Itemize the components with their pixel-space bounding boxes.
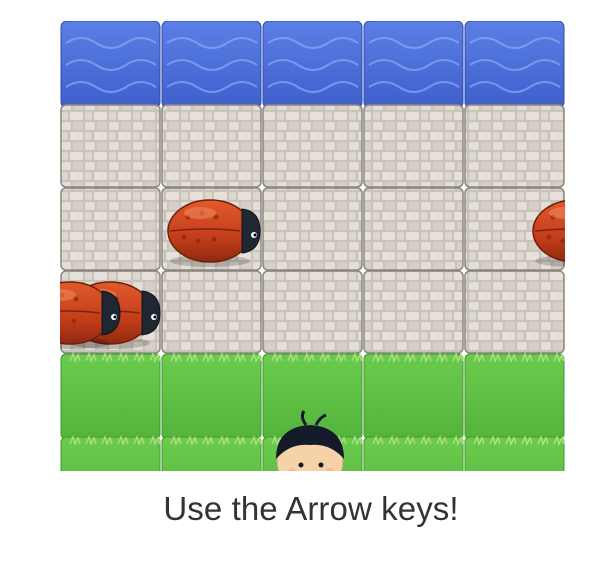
grass-tile <box>161 434 262 471</box>
stone-tile <box>60 104 161 188</box>
stone-tile <box>464 270 565 354</box>
water-tile <box>464 21 565 109</box>
game-page: Use the Arrow keys! <box>0 0 612 561</box>
grass-tile <box>464 434 565 471</box>
stone-tile <box>262 104 363 188</box>
grass-tile <box>363 351 464 440</box>
grass-tile <box>363 434 464 471</box>
stone-tile <box>363 270 464 354</box>
grass-tile <box>464 351 565 440</box>
stone-tile <box>363 104 464 188</box>
water-tile <box>363 21 464 109</box>
grass-tile <box>60 351 161 440</box>
stone-tile <box>262 187 363 271</box>
stone-tile <box>464 104 565 188</box>
stone-tile <box>262 270 363 354</box>
water-tile <box>262 21 363 109</box>
grass-tile <box>161 351 262 440</box>
water-tile <box>60 21 161 109</box>
stone-tile <box>60 187 161 271</box>
instruction-text: Use the Arrow keys! <box>163 490 459 527</box>
tiles-layer <box>60 21 565 471</box>
game-canvas[interactable] <box>60 21 565 471</box>
water-tile <box>161 21 262 109</box>
stone-tile <box>161 104 262 188</box>
stone-tile <box>363 187 464 271</box>
grass-tile <box>60 434 161 471</box>
game-board[interactable] <box>60 21 565 471</box>
stone-tile <box>161 270 262 354</box>
